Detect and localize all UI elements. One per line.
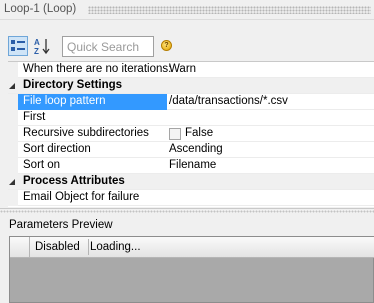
property-toolbar: A Z ? — [4, 32, 374, 60]
row-gutter — [8, 142, 18, 158]
sort-az-icon: A Z — [34, 38, 50, 55]
column-header-loading[interactable]: Loading... — [90, 241, 141, 253]
preview-label: Parameters Preview — [9, 219, 113, 231]
property-value[interactable]: /data/transactions/*.csv — [169, 95, 288, 107]
panel-title: Loop-1 (Loop) — [4, 3, 77, 15]
row-gutter — [8, 126, 18, 142]
categorized-view-button[interactable] — [8, 36, 28, 56]
svg-text:A: A — [34, 38, 40, 47]
property-name: Sort on — [23, 159, 61, 171]
property-row-sort-direction[interactable]: Sort direction Ascending — [8, 142, 374, 158]
property-grid: When there are no iterations: Warn Direc… — [8, 61, 374, 207]
property-value[interactable]: Filename — [169, 159, 216, 171]
column-header-disabled[interactable]: Disabled — [35, 241, 80, 253]
row-gutter — [8, 158, 18, 174]
property-row-file-loop-pattern[interactable]: File loop pattern /data/transactions/*.c… — [8, 94, 374, 110]
collapse-icon[interactable] — [9, 83, 15, 89]
property-row-recursive-subdirectories[interactable]: Recursive subdirectories False — [8, 126, 374, 142]
categorized-icon — [11, 40, 25, 51]
row-gutter — [8, 62, 18, 78]
property-name: When there are no iterations: — [23, 63, 172, 75]
property-name: Email Object for failure — [23, 191, 140, 203]
category-directory-settings[interactable]: Directory Settings — [8, 78, 374, 94]
property-value[interactable]: Ascending — [169, 143, 223, 155]
category-label: Directory Settings — [23, 79, 123, 91]
svg-text:Z: Z — [34, 47, 39, 55]
property-name: File loop pattern — [23, 95, 106, 107]
row-gutter — [8, 110, 18, 126]
panel-splitter[interactable] — [0, 208, 374, 214]
property-value[interactable]: Warn — [169, 63, 196, 75]
collapse-icon[interactable] — [9, 179, 15, 185]
alphabetical-sort-button[interactable]: A Z — [32, 36, 52, 56]
panel-title-bar: Loop-1 (Loop) — [0, 0, 374, 20]
splitter-grip — [0, 210, 374, 213]
row-gutter — [8, 94, 18, 110]
recursive-checkbox[interactable] — [169, 128, 181, 140]
help-icon[interactable]: ? — [161, 40, 172, 51]
header-corner[interactable] — [10, 237, 30, 257]
property-value: False — [185, 127, 214, 139]
preview-header: Disabled Loading... — [10, 237, 374, 258]
property-row-sort-on[interactable]: Sort on Filename — [8, 158, 374, 174]
category-label: Process Attributes — [23, 175, 125, 187]
row-gutter — [8, 190, 18, 206]
property-name: Sort direction — [23, 143, 91, 155]
property-row-no-iterations[interactable]: When there are no iterations: Warn — [8, 62, 374, 78]
parameters-preview-grid: Disabled Loading... — [9, 236, 374, 303]
property-row-first[interactable]: First — [8, 110, 374, 126]
property-name: Recursive subdirectories — [23, 127, 149, 139]
title-grip[interactable] — [88, 6, 371, 14]
property-name: First — [23, 111, 46, 123]
column-separator[interactable] — [88, 239, 89, 255]
category-process-attributes[interactable]: Process Attributes — [8, 174, 374, 190]
property-row-email-object-failure[interactable]: Email Object for failure — [8, 190, 374, 206]
quick-search-input[interactable] — [62, 36, 154, 57]
